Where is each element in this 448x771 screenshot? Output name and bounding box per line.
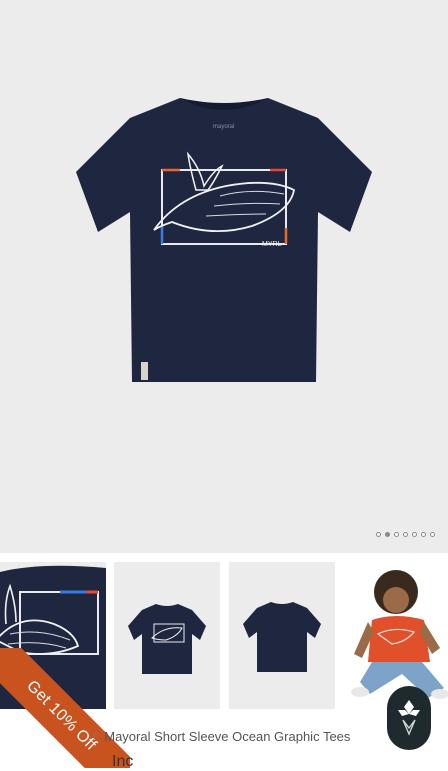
tshirt-front-image: MYRL mayoral — [76, 98, 372, 382]
carousel-dot-6[interactable] — [421, 532, 426, 537]
neck-label: mayoral — [213, 124, 234, 130]
thumbnail-back[interactable] — [229, 562, 335, 709]
carousel-dot-2[interactable] — [385, 532, 390, 537]
print-mark: MYRL — [262, 241, 282, 248]
breadcrumb-separator: / — [93, 729, 97, 744]
vendor-name: Inc — [112, 753, 134, 770]
thumbnail-model[interactable] — [344, 562, 448, 709]
brand-logo-icon — [398, 700, 420, 736]
carousel-pagination — [376, 532, 435, 537]
carousel-dot-4[interactable] — [403, 532, 408, 537]
brand-assistant-button[interactable] — [387, 686, 431, 750]
carousel-dot-3[interactable] — [394, 532, 399, 537]
carousel-dot-7[interactable] — [430, 532, 435, 537]
promo-label[interactable]: Get 10% Off — [0, 648, 130, 768]
breadcrumb-current: Mayoral Short Sleeve Ocean Graphic Tees — [104, 729, 351, 744]
product-hero-image[interactable]: MYRL mayoral — [0, 0, 448, 553]
promo-ribbon[interactable]: Get 10% Off — [0, 648, 130, 768]
breadcrumb: / Mayoral Short Sleeve Ocean Graphic Tee… — [93, 729, 350, 744]
carousel-dot-5[interactable] — [412, 532, 417, 537]
carousel-dot-1[interactable] — [376, 532, 381, 537]
